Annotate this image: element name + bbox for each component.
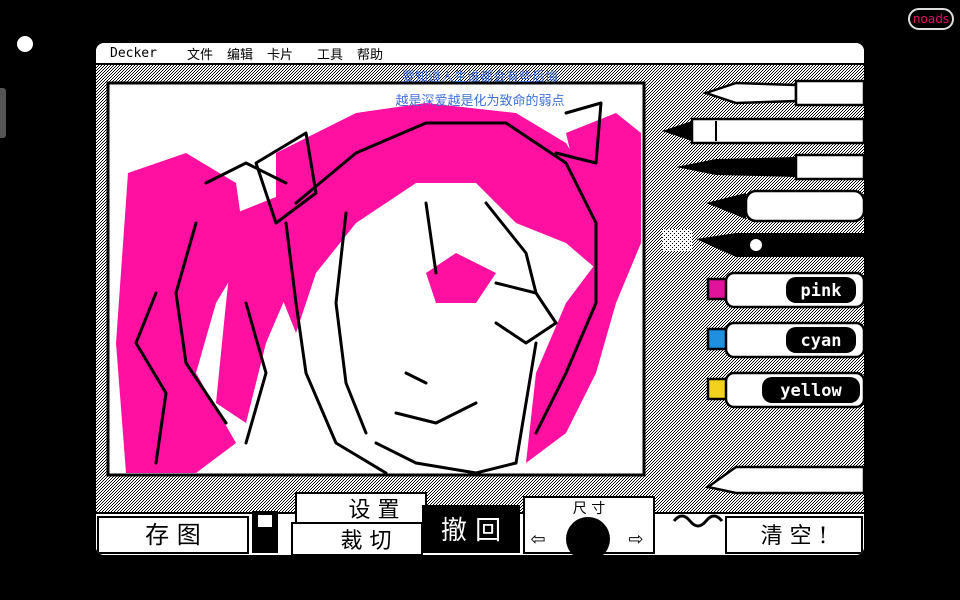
yellow-marker[interactable]: yellow [706, 371, 864, 409]
app-menu[interactable]: Decker [110, 46, 157, 61]
undo-button-label: 撤 回 [441, 516, 501, 546]
eraser-icon[interactable] [704, 465, 864, 495]
settings-button-label: 设 置 [349, 498, 400, 523]
menu-bar: Decker 文件 编辑 卡片 工具 帮助 [96, 43, 864, 65]
crop-button[interactable]: 裁 切 [291, 522, 423, 555]
size-increase-icon[interactable]: ⇨ [628, 529, 643, 550]
crop-button-label: 裁 切 [341, 529, 392, 554]
decker-window: Decker 文件 编辑 卡片 工具 帮助 要知道人生谁都会有些后悔 越是深爱越… [96, 43, 864, 555]
clear-button[interactable]: 清 空 ! [725, 516, 863, 554]
side-drawer-handle[interactable] [0, 88, 6, 138]
assistive-touch-dot[interactable] [17, 36, 33, 52]
card-stage: 要知道人生谁都会有些后悔 越是深爱越是化为致命的弱点 pink cyan yel… [96, 65, 864, 555]
cyan-marker-label: cyan [801, 331, 842, 351]
save-button-label: 存 图 [145, 521, 201, 549]
menu-tools[interactable]: 工具 [317, 44, 343, 63]
size-label: 尺 寸 [573, 501, 605, 517]
subtitle-line-2: 越是深爱越是化为致命的弱点 [395, 93, 564, 109]
menu-file[interactable]: 文件 [187, 44, 213, 63]
pink-marker[interactable]: pink [706, 271, 864, 309]
clip-icon [252, 511, 278, 553]
noads-label: noads [912, 12, 950, 26]
subtitle-line-1: 要知道人生谁都会有些后悔 [402, 69, 558, 85]
menu-help[interactable]: 帮助 [357, 44, 383, 63]
clear-button-label: 清 空 ! [761, 524, 828, 549]
pencil-icon[interactable] [662, 117, 864, 145]
yellow-marker-label: yellow [780, 381, 842, 401]
menu-card[interactable]: 卡片 [267, 44, 293, 63]
noads-badge[interactable]: noads [908, 8, 954, 30]
save-button[interactable]: 存 图 [97, 516, 249, 554]
menu-edit[interactable]: 编辑 [227, 44, 253, 63]
settings-button[interactable]: 设 置 [295, 492, 427, 524]
brush-size-control[interactable]: 尺 寸 ⇦ ⇨ [523, 496, 655, 555]
drawing-canvas[interactable] [106, 81, 646, 477]
cyan-marker[interactable]: cyan [706, 321, 864, 359]
pink-marker-label: pink [801, 281, 842, 301]
undo-button[interactable]: 撤 回 [422, 505, 520, 553]
fountain-pen-icon[interactable] [702, 79, 864, 107]
size-decrease-icon[interactable]: ⇦ [530, 529, 545, 550]
